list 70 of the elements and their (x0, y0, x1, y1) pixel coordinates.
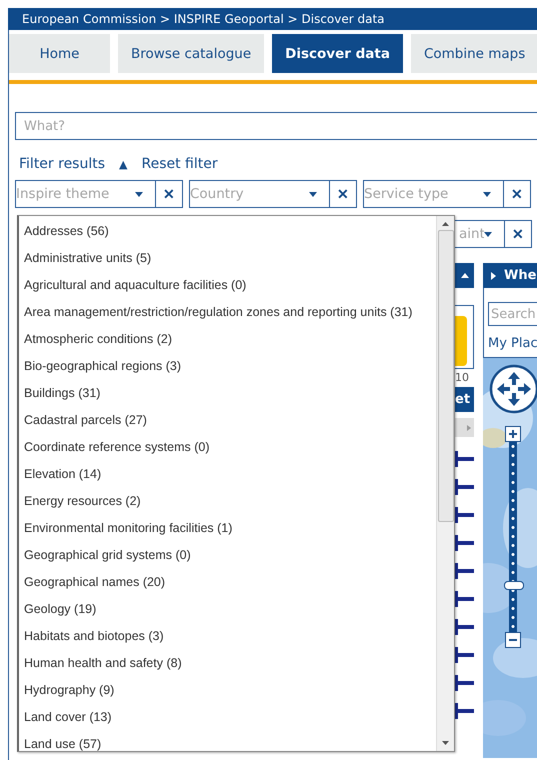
dropdown-option[interactable]: Agricultural and aquaculture facilities (0) (24, 274, 436, 301)
pan-control-icon[interactable] (489, 364, 537, 414)
dropdown-option[interactable]: Geographical grid systems (0) (24, 544, 436, 571)
flag-icon[interactable] (455, 675, 475, 691)
slider-thumb[interactable] (504, 581, 524, 590)
result-count: 10 (455, 371, 470, 385)
reset-filter-link[interactable]: Reset filter (142, 156, 218, 172)
filter-select[interactable]: Country ✕ (189, 180, 357, 208)
flag-icon[interactable] (455, 647, 475, 663)
caret-icon (135, 192, 143, 196)
flag-icon[interactable] (455, 451, 475, 467)
plus-icon (509, 430, 517, 438)
flag-icon[interactable] (455, 479, 475, 495)
dropdown-option[interactable]: Human health and safety (8) (24, 652, 436, 679)
dropdown-option[interactable]: Elevation (14) (24, 463, 436, 490)
select-placeholder: Inspire theme (16, 186, 110, 202)
bar-fill (455, 316, 467, 366)
panel-header[interactable] (455, 263, 474, 288)
minus-icon (509, 639, 517, 641)
collapse-toggle[interactable]: ▲ (119, 158, 128, 170)
dropdown-option[interactable]: Land use (57) (24, 733, 436, 760)
dropdown-option[interactable]: Land cover (13) (24, 706, 436, 733)
dropdown-option[interactable]: Habitats and biotopes (3) (24, 625, 436, 652)
filter-select[interactable]: Inspire theme ✕ (15, 180, 183, 208)
dropdown-option[interactable]: Environmental monitoring facilities (1) (24, 517, 436, 544)
flag-icon[interactable] (455, 535, 475, 551)
caret-icon (484, 232, 492, 236)
panel-title: et (455, 392, 470, 407)
caret-icon (309, 192, 317, 196)
flag-icon[interactable] (455, 619, 475, 635)
dropdown-option[interactable]: Cadastral parcels (27) (24, 409, 436, 436)
my-places-link[interactable]: My Plac (488, 336, 537, 351)
collapse-icon (460, 273, 468, 278)
place-search-field[interactable]: Search (488, 302, 537, 326)
zoom-out-button[interactable] (505, 632, 521, 648)
flag-icon[interactable] (455, 591, 475, 607)
breadcrumb: European Commission > INSPIRE Geoportal > Discover data (22, 12, 385, 26)
flag-icon[interactable] (455, 507, 475, 523)
panel-header[interactable]: Whe (483, 263, 537, 288)
dropdown-option[interactable]: Area management/restriction/regulation zones and reporting units (31) (24, 301, 436, 328)
keyword-search-field[interactable]: What? (15, 112, 537, 140)
flag-icon[interactable] (455, 563, 475, 579)
dropdown-option[interactable]: Buildings (31) (24, 382, 436, 409)
dropdown-option[interactable]: Coordinate reference systems (0) (24, 436, 436, 463)
dropdown-option[interactable]: Administrative units (5) (24, 247, 436, 274)
nav-tab[interactable]: Combine maps (410, 34, 537, 73)
scroll-down-icon[interactable] (442, 741, 449, 745)
dropdown-option[interactable]: Atmospheric conditions (2) (24, 328, 436, 355)
dropdown-option[interactable]: Geographical names (20) (24, 571, 436, 598)
nav-tab[interactable]: Home (9, 34, 110, 73)
dropdown-option[interactable]: Geology (19) (24, 598, 436, 625)
expand-icon (491, 272, 496, 280)
dropdown-option[interactable]: Hydrography (9) (24, 679, 436, 706)
flag-icon[interactable] (455, 703, 475, 719)
select-placeholder: Service type (364, 186, 450, 202)
scrollbar[interactable] (436, 216, 454, 751)
scroll-thumb[interactable] (438, 230, 454, 522)
select-placeholder: Country (190, 186, 245, 202)
filter-select[interactable]: Service type ✕ (363, 180, 531, 208)
nav-tab[interactable]: Browse catalogue (118, 34, 264, 73)
dropdown-option[interactable]: Addresses (56) (24, 220, 436, 247)
caret-icon (483, 192, 491, 196)
panel-header[interactable]: et (455, 387, 474, 412)
zoom-in-button[interactable] (505, 426, 521, 442)
scroll-up-icon[interactable] (442, 222, 449, 226)
filter-results-link[interactable]: Filter results (19, 156, 106, 172)
panel-title: Whe (504, 268, 536, 283)
dropdown-option[interactable]: Energy resources (2) (24, 490, 436, 517)
dropdown-option[interactable]: Bio-geographical regions (3) (24, 355, 436, 382)
nav-tab[interactable]: Discover data (272, 34, 403, 73)
